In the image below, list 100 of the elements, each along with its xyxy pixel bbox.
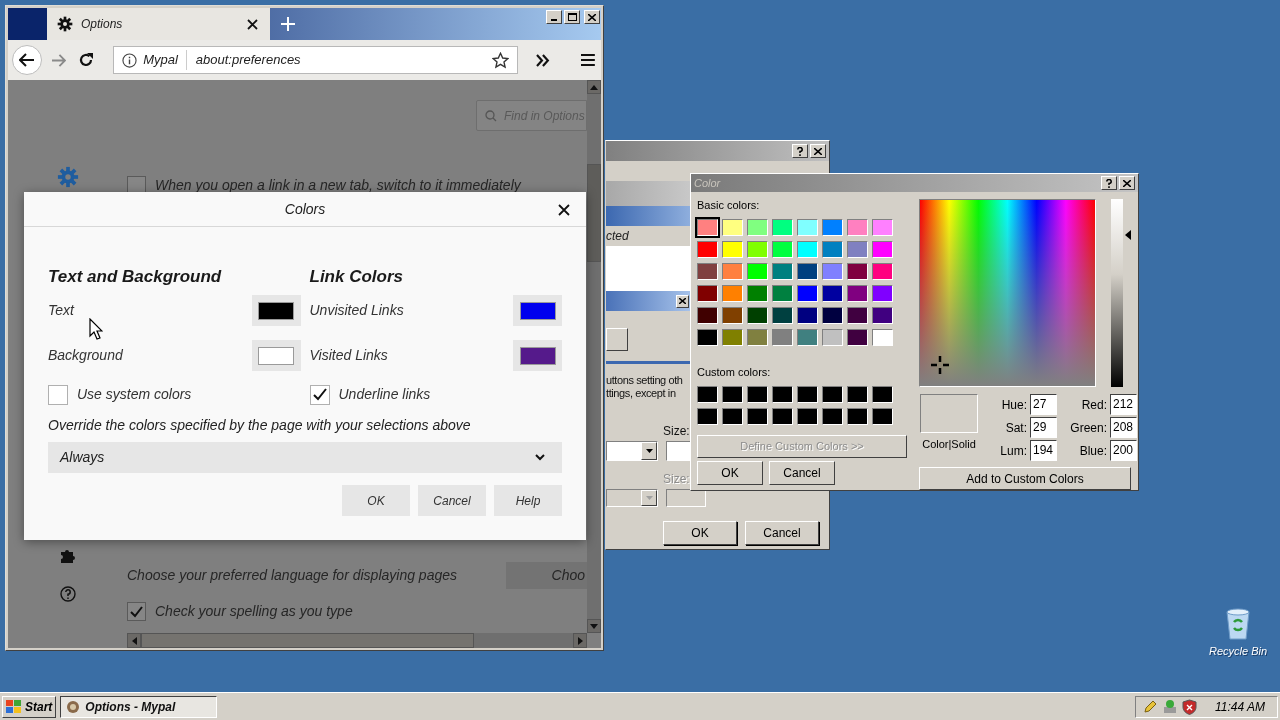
- recycle-bin-icon[interactable]: [1224, 608, 1252, 640]
- back-button[interactable]: [12, 45, 42, 75]
- color-swatch[interactable]: [797, 262, 818, 280]
- url-text[interactable]: about:preferences: [195, 50, 301, 70]
- color-picker-button[interactable]: [251, 340, 301, 371]
- checkbox[interactable]: [309, 384, 330, 405]
- color-swatch[interactable]: [697, 328, 718, 346]
- number-field[interactable]: 212: [1110, 394, 1137, 415]
- scroll-left-icon[interactable]: [131, 636, 137, 645]
- color-swatch[interactable]: [822, 284, 843, 302]
- color-swatch[interactable]: [847, 240, 868, 258]
- vertical-scrollbar[interactable]: [587, 80, 601, 633]
- color-swatch[interactable]: [847, 284, 868, 302]
- color-swatch[interactable]: [822, 306, 843, 324]
- tab[interactable]: Options: [47, 8, 270, 40]
- close-button[interactable]: [584, 10, 600, 24]
- color-swatch[interactable]: [722, 262, 743, 280]
- close-button[interactable]: [556, 202, 572, 218]
- minimize-button[interactable]: [546, 10, 562, 24]
- color-swatch[interactable]: [797, 240, 818, 258]
- color-swatch[interactable]: [722, 240, 743, 258]
- color-swatch[interactable]: [747, 284, 768, 302]
- color-swatch[interactable]: [722, 328, 743, 346]
- color-swatch[interactable]: [772, 328, 793, 346]
- color-swatch[interactable]: [697, 407, 718, 425]
- color-swatch[interactable]: [822, 385, 843, 403]
- address-bar[interactable]: Mypal about:preferences: [113, 46, 519, 74]
- taskbar-button[interactable]: Options - Mypal: [60, 695, 218, 718]
- info-icon[interactable]: [122, 52, 138, 68]
- horizontal-scrollbar[interactable]: [127, 633, 587, 648]
- number-field[interactable]: 208: [1110, 417, 1137, 438]
- maximize-button[interactable]: [564, 10, 580, 24]
- color-swatch[interactable]: [722, 407, 743, 425]
- color-swatch[interactable]: [797, 328, 818, 346]
- crosshair-icon[interactable]: [930, 355, 950, 375]
- color-swatch[interactable]: [797, 284, 818, 302]
- color-swatch[interactable]: [872, 218, 893, 236]
- color-swatch[interactable]: [772, 407, 793, 425]
- color-swatch[interactable]: [872, 240, 893, 258]
- color-swatch[interactable]: [697, 306, 718, 324]
- color-swatch[interactable]: [822, 407, 843, 425]
- pencil-icon[interactable]: [1142, 698, 1158, 715]
- color-swatch[interactable]: [797, 218, 818, 236]
- color-picker-button[interactable]: [513, 295, 562, 326]
- color-swatch[interactable]: [872, 385, 893, 403]
- clock[interactable]: 11:44 AM: [1209, 697, 1271, 716]
- desktop-icon-label[interactable]: Recycle Bin: [1208, 643, 1268, 660]
- color-swatch[interactable]: [822, 262, 843, 280]
- checkbox[interactable]: [48, 384, 68, 405]
- help-button[interactable]: [792, 144, 808, 158]
- overflow-chevron-icon[interactable]: [536, 53, 551, 67]
- color-swatch[interactable]: [772, 240, 793, 258]
- slider-arrow-icon[interactable]: [1125, 229, 1131, 240]
- font-dropdown[interactable]: [606, 441, 658, 461]
- color-spectrum[interactable]: [919, 199, 1096, 387]
- dialog-button[interactable]: Cancel: [418, 485, 486, 516]
- color-swatch[interactable]: [747, 385, 768, 403]
- push-button[interactable]: [606, 328, 628, 351]
- color-swatch[interactable]: [822, 218, 843, 236]
- color-swatch[interactable]: [697, 385, 718, 403]
- color-swatch[interactable]: [847, 218, 868, 236]
- color-swatch[interactable]: [747, 407, 768, 425]
- scroll-up-icon[interactable]: [590, 84, 598, 90]
- size-field[interactable]: [666, 441, 691, 461]
- color-swatch[interactable]: [747, 262, 768, 280]
- color-swatch[interactable]: [747, 306, 768, 324]
- menu-icon[interactable]: [581, 54, 595, 66]
- color-swatch[interactable]: [697, 262, 718, 280]
- close-button[interactable]: [676, 294, 689, 308]
- scrollbar-thumb[interactable]: [587, 164, 601, 262]
- color-swatch[interactable]: [797, 306, 818, 324]
- color-swatch[interactable]: [722, 218, 743, 236]
- color-swatch[interactable]: [872, 407, 893, 425]
- color-swatch[interactable]: [872, 306, 893, 324]
- color-picker-button[interactable]: [513, 340, 562, 371]
- scroll-right-icon[interactable]: [577, 636, 583, 645]
- scroll-down-icon[interactable]: [590, 623, 598, 629]
- color-swatch[interactable]: [772, 218, 793, 236]
- color-swatch[interactable]: [872, 284, 893, 302]
- color-swatch[interactable]: [722, 284, 743, 302]
- color-swatch[interactable]: [772, 385, 793, 403]
- color-swatch[interactable]: [822, 240, 843, 258]
- color-swatch[interactable]: [847, 306, 868, 324]
- shield-icon[interactable]: [1182, 698, 1197, 715]
- close-button[interactable]: [810, 144, 826, 158]
- number-field[interactable]: 194: [1030, 440, 1057, 461]
- color-swatch[interactable]: [697, 284, 718, 302]
- color-swatch[interactable]: [697, 240, 718, 258]
- color-swatch[interactable]: [722, 385, 743, 403]
- add-to-custom-colors-button[interactable]: Add to Custom Colors: [919, 467, 1131, 490]
- color-swatch[interactable]: [697, 218, 718, 236]
- help-button[interactable]: [1101, 176, 1117, 190]
- color-swatch[interactable]: [772, 262, 793, 280]
- scrollbar-thumb[interactable]: [141, 633, 474, 648]
- dialog-button[interactable]: Cancel: [769, 461, 835, 485]
- start-button[interactable]: Start: [2, 695, 57, 718]
- color-swatch[interactable]: [797, 407, 818, 425]
- color-swatch[interactable]: [797, 385, 818, 403]
- color-swatch[interactable]: [772, 284, 793, 302]
- close-tab-button[interactable]: [244, 16, 260, 32]
